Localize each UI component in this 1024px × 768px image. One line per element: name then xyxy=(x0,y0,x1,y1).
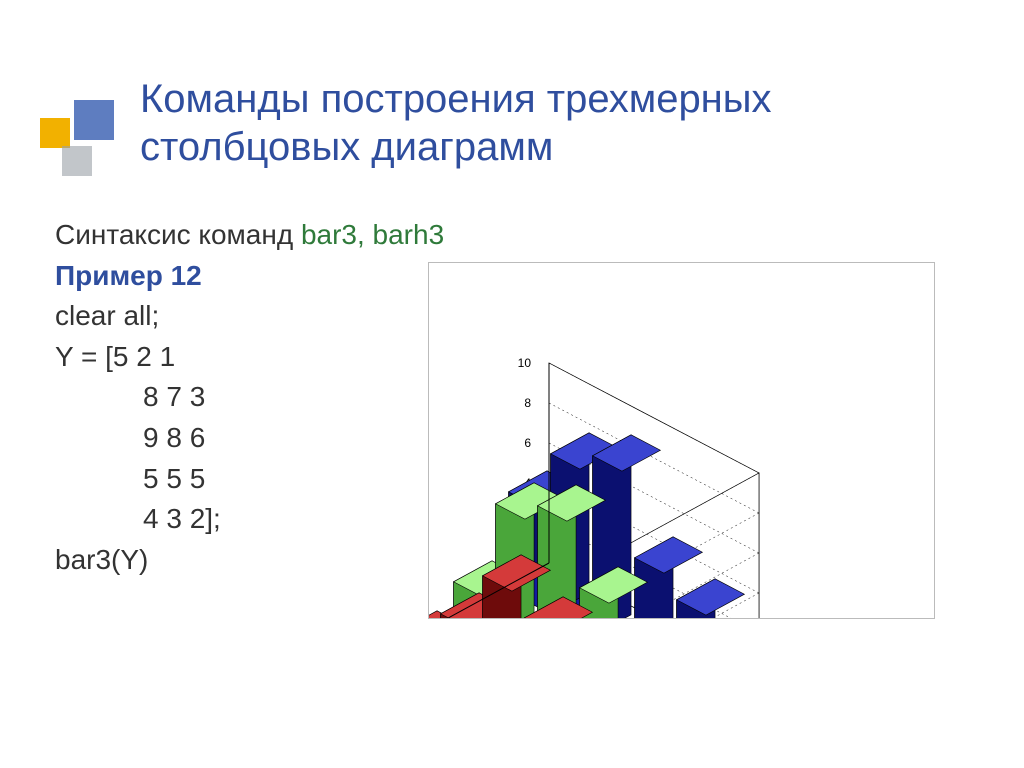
title-decoration xyxy=(40,100,120,200)
svg-text:10: 10 xyxy=(518,356,532,370)
svg-text:8: 8 xyxy=(524,396,531,410)
deco-square-yellow xyxy=(40,118,70,148)
code-line: 9 8 6 xyxy=(55,418,475,459)
svg-text:6: 6 xyxy=(524,436,531,450)
syntax-prefix: Синтаксис команд xyxy=(55,219,301,250)
code-line: 8 7 3 xyxy=(55,377,475,418)
code-line: bar3(Y) xyxy=(55,540,475,581)
code-line: 4 3 2]; xyxy=(55,499,475,540)
bar3-chart: 024681012345123 xyxy=(428,262,935,619)
slide-body: Синтаксис команд bar3, barh3 Пример 12 c… xyxy=(55,215,475,580)
code-line: Y = [5 2 1 xyxy=(55,337,475,378)
slide-title: Команды построения трехмерных столбцовых… xyxy=(140,75,960,171)
code-line: 5 5 5 xyxy=(55,459,475,500)
deco-square-blue xyxy=(74,100,114,140)
code-line: clear all; xyxy=(55,296,475,337)
deco-square-gray xyxy=(62,146,92,176)
example-label: Пример 12 xyxy=(55,256,475,297)
syntax-commands: bar3, barh3 xyxy=(301,219,444,250)
